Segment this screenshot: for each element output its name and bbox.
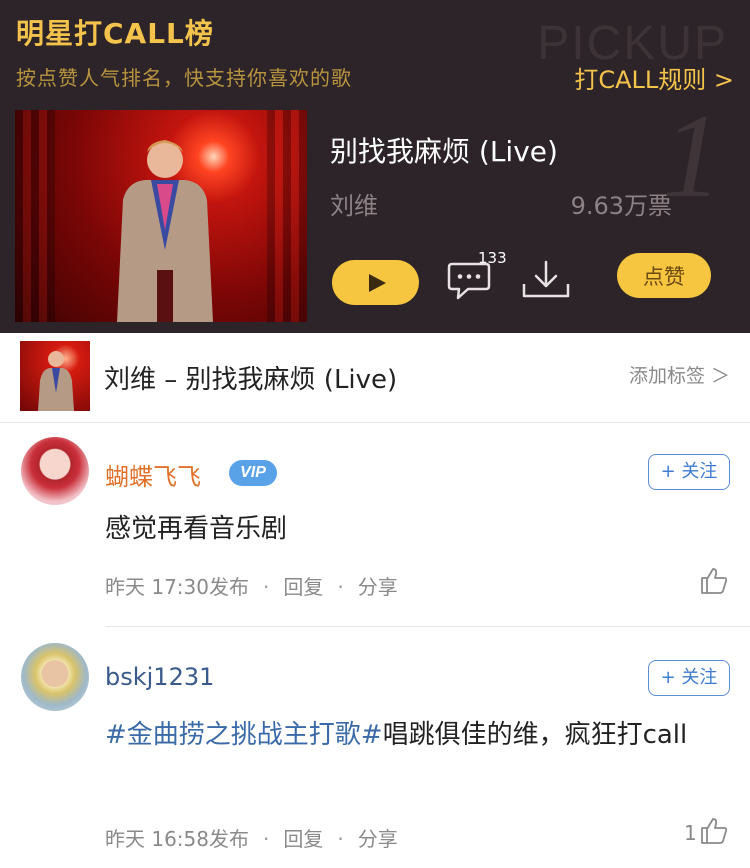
share-link[interactable]: 分享 — [358, 575, 398, 599]
comment-text: 感觉再看音乐剧 — [105, 514, 288, 544]
page-title: 明星打CALL榜 — [16, 17, 214, 50]
comment-meta: 昨天 17:30发布 · 回复 · 分享 — [105, 571, 398, 600]
comment-username[interactable]: bskj1231 — [105, 663, 214, 691]
comment-text: #金曲捞之挑战主打歌#唱跳俱佳的维，疯狂打call — [105, 711, 725, 759]
download-icon[interactable] — [521, 258, 571, 302]
share-link[interactable]: 分享 — [358, 827, 398, 851]
play-icon — [369, 274, 386, 292]
rank-number: 1 — [662, 89, 722, 222]
comment-body: 唱跳俱佳的维，疯狂打call — [382, 720, 688, 750]
comment-time: 昨天 17:30发布 — [105, 575, 249, 599]
vote-count: 9.63万票 — [570, 192, 672, 220]
curtain-decoration — [15, 110, 55, 322]
add-tag-button[interactable]: 添加标签 ＞ — [629, 361, 730, 388]
comment-item: bskj1231 + 关注 #金曲捞之挑战主打歌#唱跳俱佳的维，疯狂打call … — [0, 627, 750, 868]
separator-dot: · — [337, 575, 344, 599]
hashtag-link[interactable]: #金曲捞之挑战主打歌# — [105, 720, 383, 750]
song-thumbnail — [20, 341, 90, 411]
separator-dot: · — [337, 827, 344, 851]
song-strip-title: 刘维 – 别找我麻烦 (Live) — [104, 365, 398, 395]
play-button[interactable] — [332, 260, 419, 305]
thumbs-up-icon[interactable] — [699, 816, 729, 846]
page-subtitle: 按点赞人气排名，快支持你喜欢的歌 — [16, 66, 352, 90]
like-count: 1 — [684, 821, 697, 845]
song-title: 别找我麻烦 (Live) — [330, 135, 558, 168]
comment-username[interactable]: 蝴蝶飞飞 — [105, 457, 201, 492]
chart-header: 明星打CALL榜 按点赞人气排名，快支持你喜欢的歌 PICKUP 打CALL规则… — [0, 0, 750, 333]
reply-link[interactable]: 回复 — [283, 575, 323, 599]
separator-dot: · — [263, 575, 270, 599]
artist-name[interactable]: 刘维 — [330, 186, 378, 221]
vip-badge: VIP — [229, 460, 277, 486]
thumbs-up-icon[interactable] — [699, 566, 729, 596]
curtain-decoration — [267, 110, 307, 322]
singer-figure — [117, 140, 213, 322]
comment-meta: 昨天 16:58发布 · 回复 · 分享 — [105, 823, 398, 852]
reply-link[interactable]: 回复 — [283, 827, 323, 851]
follow-button[interactable]: + 关注 — [648, 660, 730, 696]
comment-item: 蝴蝶飞飞 VIP + 关注 感觉再看音乐剧 昨天 17:30发布 · 回复 · 分享 — [0, 423, 750, 627]
comment-time: 昨天 16:58发布 — [105, 827, 249, 851]
follow-button[interactable]: + 关注 — [648, 454, 730, 490]
like-button[interactable]: 点赞 — [617, 253, 711, 298]
song-cover-image[interactable] — [15, 110, 307, 322]
comment-count: 133 — [478, 249, 507, 267]
avatar[interactable] — [21, 643, 89, 711]
singer-thumbnail-figure — [38, 351, 74, 411]
song-strip[interactable]: 刘维 – 别找我麻烦 (Live) 添加标签 ＞ — [0, 333, 750, 423]
avatar[interactable] — [21, 437, 89, 505]
separator-dot: · — [263, 827, 270, 851]
